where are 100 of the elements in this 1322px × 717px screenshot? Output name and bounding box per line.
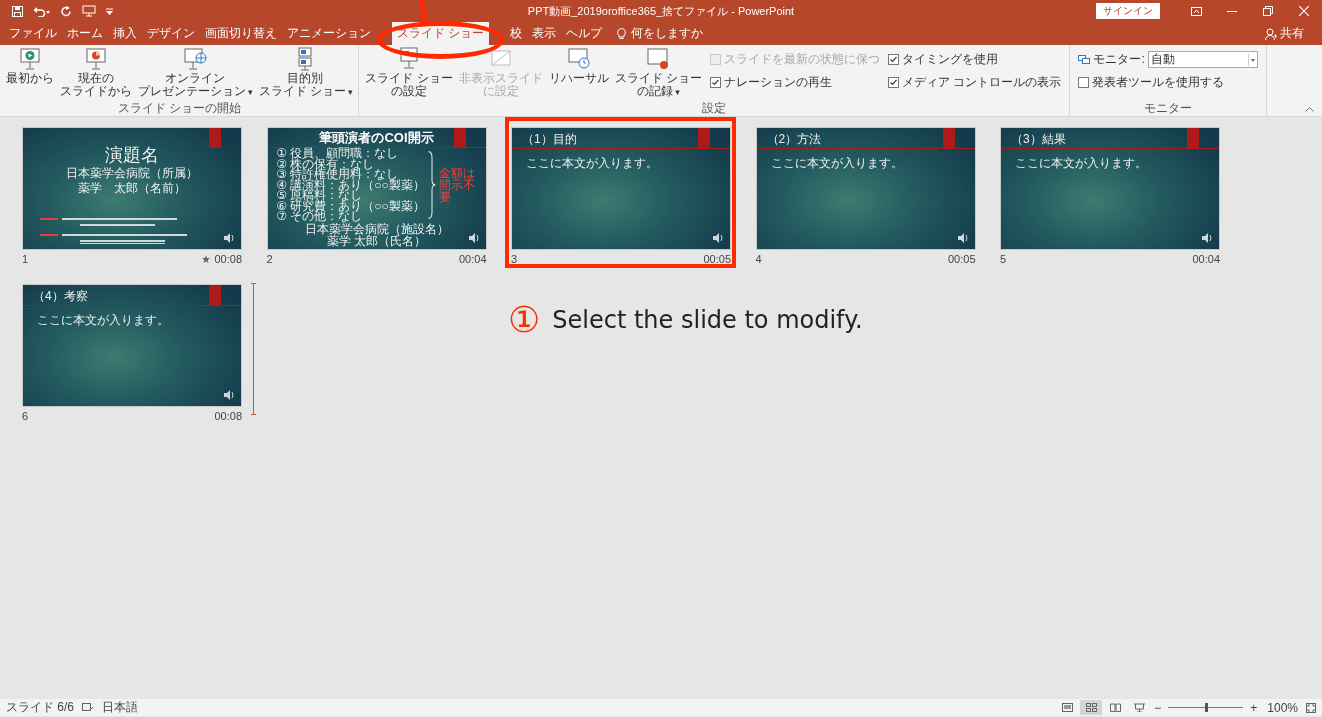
ribbon-button[interactable]: スライド ショー の記録 ▾	[612, 47, 705, 99]
fit-to-window-icon[interactable]	[1306, 702, 1316, 713]
ribbon-button[interactable]: 目的別 スライド ショー ▾	[256, 47, 355, 99]
slide-thumbnail[interactable]: （4）考察 ここに本文が入ります。	[22, 284, 242, 407]
brace-icon	[427, 150, 436, 219]
checkbox[interactable]: ナレーションの再生	[710, 74, 881, 91]
slide-number: 5	[1000, 253, 1007, 265]
group-label: モニター	[1143, 102, 1194, 116]
undo-icon[interactable]	[33, 5, 51, 17]
checkmark-icon	[889, 55, 899, 64]
slide-thumbnail[interactable]: 筆頭演者のCOI開示 ① 役員、顧問職：なし ② 株の保有：なし ③ 特許権使用料：なし ④ 講演料：あり（○○製薬） ⑤ 原稿料：なし ⑥ 研究費：あり（○○製薬） ⑦ その他：なし 金額は開示不要 日本薬学会病院（施設名） 薬学 太郎（氏名）	[266, 127, 487, 250]
tell-me-field[interactable]: 何をしますか	[607, 22, 704, 45]
reading-view-icon	[1109, 703, 1121, 712]
checkmark-icon	[711, 78, 721, 87]
minimize-icon[interactable]	[1227, 10, 1237, 12]
slide-title: （3）結果	[1010, 131, 1067, 148]
slide-thumbnail[interactable]: （3）結果 ここに本文が入ります。	[1000, 127, 1220, 250]
accent-bar	[698, 128, 710, 148]
slide-title: 筆頭演者のCOI開示	[318, 129, 435, 147]
checkbox[interactable]: 発表者ツールを使用する	[1078, 74, 1258, 91]
zoom-slider-thumb[interactable]	[1204, 703, 1208, 712]
ribbon-button[interactable]: リハーサル	[546, 47, 611, 85]
slide-number: 4	[755, 253, 762, 265]
checkmark-icon	[889, 78, 899, 87]
notes-icon[interactable]	[82, 702, 94, 713]
slide-title: （4）考察	[32, 288, 89, 305]
speaker-icon	[468, 233, 480, 243]
ribbon-tab[interactable]: アニメーション	[282, 22, 376, 45]
ribbon-button[interactable]: オンライン プレゼンテーション ▾	[136, 47, 255, 99]
disclosure-item: ⑦ その他：なし	[276, 211, 364, 222]
slide-title: （2）方法	[765, 131, 823, 148]
monitor-dropdown[interactable]: 自動	[1147, 51, 1258, 68]
lightbulb-icon	[617, 27, 627, 40]
language-indicator[interactable]: 日本語	[102, 699, 138, 716]
zoom-in-button[interactable]: +	[1248, 700, 1260, 715]
slide-title: 演題名	[104, 144, 160, 166]
group-label: 設定	[701, 102, 728, 116]
zoom-level[interactable]: 100%	[1267, 700, 1298, 715]
share-button[interactable]: 共有	[1265, 22, 1304, 45]
ribbon-tab[interactable]: デザイン	[142, 22, 200, 45]
checkbox[interactable]: タイミングを使用	[888, 51, 1062, 68]
disclosure-item: ③ 特許権使用料：なし	[276, 169, 399, 180]
restore-icon[interactable]	[1263, 6, 1273, 16]
save-icon[interactable]	[12, 5, 23, 17]
slide-title: （1）目的	[521, 131, 578, 148]
slide-timing: 00:04	[458, 253, 487, 265]
collapse-ribbon-icon[interactable]	[1305, 107, 1314, 112]
disclosure-item: ⑤ 原稿料：なし	[276, 190, 364, 201]
normal-view-icon	[1061, 703, 1073, 712]
sorter-view-button[interactable]	[1080, 700, 1103, 715]
slide-subtitle: 薬学 太郎（名前）	[77, 181, 187, 196]
ribbon-tab[interactable]: ホーム	[62, 22, 108, 45]
person-icon	[1265, 27, 1277, 40]
ribbon-tab[interactable]: 校	[505, 22, 528, 45]
accent-bar	[209, 285, 221, 305]
ribbon-tab[interactable]: 画面切り替え	[200, 22, 282, 45]
speaker-icon	[713, 233, 724, 243]
speaker-icon	[1202, 233, 1213, 243]
slideshow-view-icon	[1133, 703, 1145, 712]
customize-icon[interactable]	[106, 7, 113, 15]
slide-thumbnail[interactable]: （1）目的 ここに本文が入ります。	[511, 127, 731, 250]
slide-body: ここに本文が入ります。	[769, 155, 904, 172]
slide-thumbnail[interactable]: 演題名 日本薬学会病院（所属） 薬学 太郎（名前）	[22, 127, 242, 250]
slide-number: 3	[511, 253, 518, 265]
projector-icon[interactable]	[82, 5, 96, 17]
ribbon-tab[interactable]: 挿入	[108, 22, 142, 45]
disclosure-item: ② 株の保有：なし	[276, 158, 375, 169]
slide-timing: 00:05	[947, 253, 976, 265]
slide-thumbnail[interactable]: （2）方法 ここに本文が入ります。	[755, 127, 976, 250]
slide-number: 6	[22, 410, 29, 422]
ribbon-button[interactable]: 現在の スライドから	[58, 47, 134, 98]
disclosure-item: ⑥ 研究費：あり（○○製薬）	[276, 200, 425, 211]
ribbon-display-icon[interactable]	[1190, 6, 1202, 16]
instruction-text: Select the slide to modify.	[552, 306, 863, 334]
zoom-out-button[interactable]: −	[1152, 700, 1164, 715]
sign-in-button[interactable]: サインイン	[1096, 3, 1160, 19]
ribbon-button[interactable]: スライド ショー の設定	[363, 47, 455, 98]
ribbon-tab[interactable]: 表示	[527, 22, 562, 45]
slide-footer: 薬学 太郎（氏名）	[291, 234, 462, 247]
slide-timing: 00:05	[703, 253, 731, 265]
slide-body: ここに本文が入ります。	[36, 312, 170, 329]
slide-counter: スライド 6/6	[6, 699, 74, 716]
checkbox[interactable]: メディア コントロールの表示	[888, 74, 1062, 91]
ribbon-tab[interactable]: ヘルプ	[561, 22, 608, 45]
accent-bar	[453, 128, 466, 148]
accent-bar	[1187, 128, 1199, 148]
slide-body: ここに本文が入ります。	[525, 155, 659, 172]
slide-subtitle: 日本薬学会病院（所属）	[65, 166, 199, 181]
ribbon-tab[interactable]: ファイル	[4, 22, 62, 45]
slide-number: 1	[22, 253, 29, 265]
slide-timing: 00:08	[214, 410, 242, 422]
monitor-icon	[1078, 54, 1091, 65]
close-icon[interactable]	[1299, 6, 1309, 16]
speaker-icon	[224, 390, 235, 400]
slide-body: ここに本文が入ります。	[1014, 155, 1148, 172]
slide-footer: 日本薬学会病院（施設名）	[291, 222, 462, 235]
ribbon-button[interactable]: 最初から	[4, 47, 56, 85]
speaker-icon	[224, 233, 235, 243]
group-label: スライド ショーの開始	[116, 102, 242, 116]
redo-icon[interactable]	[61, 5, 72, 17]
